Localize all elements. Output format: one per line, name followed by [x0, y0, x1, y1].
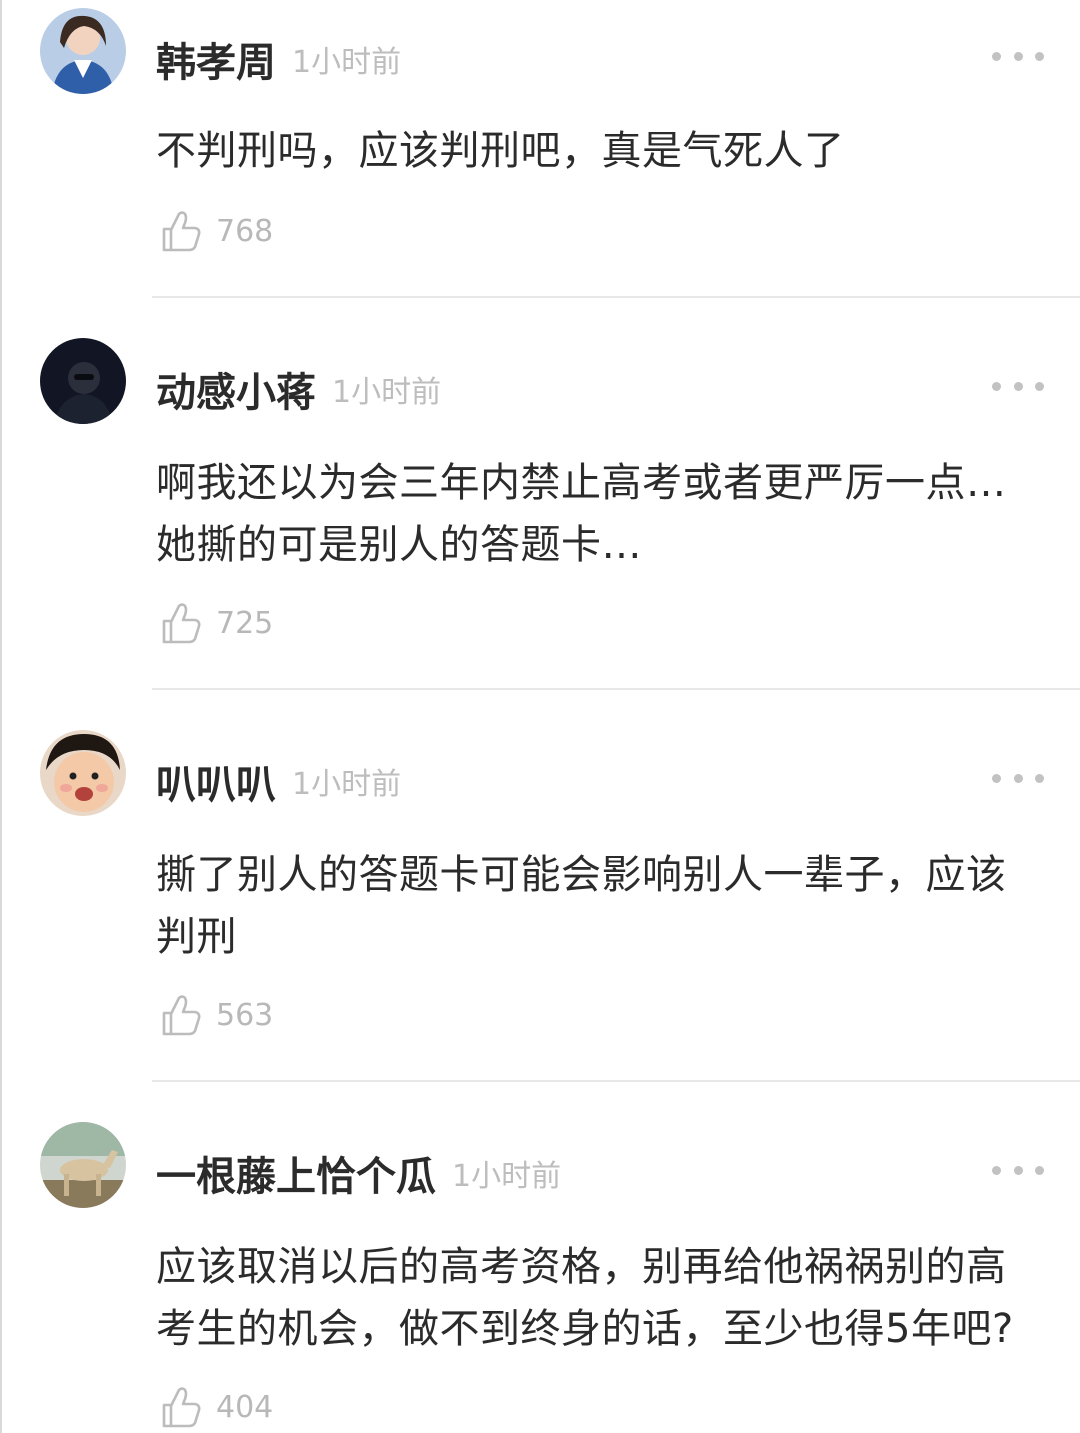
username[interactable]: 动感小蒋	[156, 360, 316, 418]
comment-text: 应该取消以后的高考资格，别再给他祸祸别的高考生的机会，做不到终身的话，至少也得5…	[156, 1244, 1014, 1352]
thumbs-up-icon	[162, 211, 201, 252]
divider	[152, 688, 1080, 690]
user-avatar[interactable]	[40, 730, 126, 816]
like-button[interactable]: 563	[160, 990, 273, 1040]
like-count: 404	[216, 1389, 274, 1425]
timestamp: 1小时前	[332, 375, 442, 410]
like-count: 725	[216, 605, 274, 641]
more-icon[interactable]	[992, 374, 1044, 398]
left-edge-border	[0, 0, 2, 1433]
timestamp: 1小时前	[292, 767, 402, 802]
comment-text: 不判刑吗，应该判刑吧，真是气死人了	[156, 128, 845, 174]
like-button[interactable]: 725	[160, 598, 273, 648]
like-button[interactable]: 404	[160, 1382, 273, 1432]
user-avatar[interactable]	[40, 8, 126, 94]
more-icon[interactable]	[992, 766, 1044, 790]
username[interactable]: 韩孝周	[156, 30, 276, 88]
more-icon[interactable]	[992, 44, 1044, 68]
user-avatar[interactable]	[40, 338, 126, 424]
user-avatar[interactable]	[40, 1122, 126, 1208]
timestamp: 1小时前	[452, 1159, 562, 1194]
timestamp: 1小时前	[292, 45, 402, 80]
username[interactable]: 一根藤上恰个瓜	[156, 1144, 436, 1202]
divider	[152, 296, 1080, 298]
like-count: 768	[216, 213, 274, 249]
like-count: 563	[216, 997, 274, 1033]
divider	[152, 1080, 1080, 1082]
username[interactable]: 叭叭叭	[156, 752, 276, 810]
like-button[interactable]: 768	[160, 206, 273, 256]
comment-text: 啊我还以为会三年内禁止高考或者更严厉一点…她撕的可是别人的答题卡…	[156, 460, 1007, 568]
thumbs-up-icon	[162, 1387, 201, 1428]
comment-text: 撕了别人的答题卡可能会影响别人一辈子，应该判刑	[156, 852, 1007, 960]
thumbs-up-icon	[162, 995, 201, 1036]
thumbs-up-icon	[162, 603, 201, 644]
more-icon[interactable]	[992, 1158, 1044, 1182]
